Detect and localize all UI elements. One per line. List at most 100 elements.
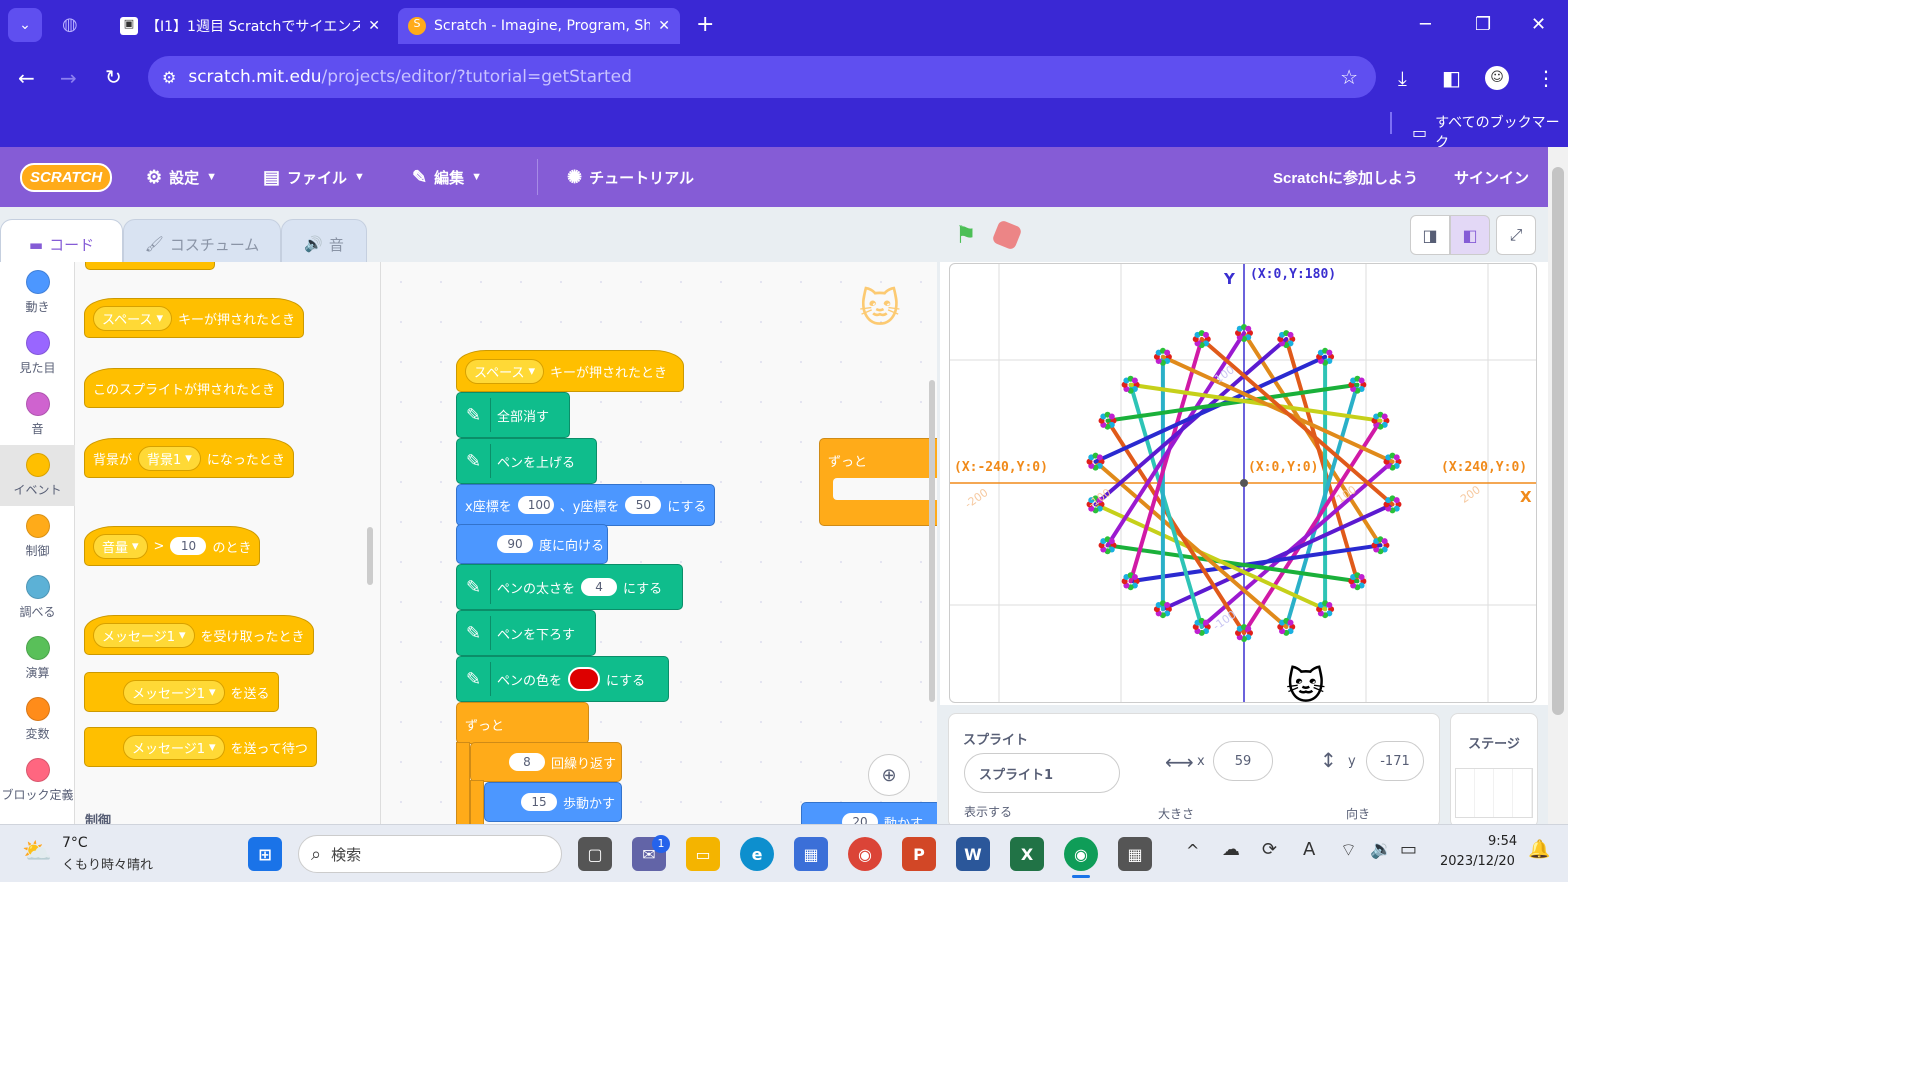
repeat-input[interactable]: 8 bbox=[509, 753, 545, 771]
forward-icon[interactable]: → bbox=[60, 66, 77, 90]
ime-icon[interactable]: A bbox=[1303, 839, 1315, 860]
backdrop-dropdown[interactable]: 背景1 ▾ bbox=[138, 445, 201, 471]
file-menu[interactable]: ▤ ファイル ▼ bbox=[263, 147, 365, 207]
back-icon[interactable]: ← bbox=[18, 66, 35, 90]
script-scrollbar[interactable] bbox=[929, 380, 935, 702]
palette-block-backdrop-switch[interactable]: 背景が 背景1 ▾ になったとき bbox=[84, 438, 294, 478]
green-flag-icon[interactable]: ⚑ bbox=[955, 221, 977, 249]
tray-chevron-icon[interactable]: ^ bbox=[1186, 841, 1199, 860]
tab-tutorial[interactable]: ▣ 【I1】1週目 Scratchでサイエンスアー ✕ bbox=[110, 8, 390, 44]
calculator-icon[interactable]: ▦ bbox=[1118, 837, 1152, 871]
globe-icon[interactable]: ◍ bbox=[62, 14, 78, 35]
category-motion[interactable]: 動き bbox=[0, 262, 75, 323]
edge-icon[interactable]: e bbox=[740, 837, 774, 871]
start-button[interactable]: ⊞ bbox=[248, 837, 282, 871]
file-explorer-icon[interactable]: ▭ bbox=[686, 837, 720, 871]
small-stage-button[interactable]: ◨ bbox=[1410, 215, 1450, 255]
cat-sprite[interactable]: 🐱 bbox=[1286, 664, 1326, 702]
tab-scratch[interactable]: S Scratch - Imagine, Program, Sha ✕ bbox=[398, 8, 680, 44]
loose-motion-block[interactable]: 20 動かす bbox=[801, 802, 937, 824]
fullscreen-button[interactable]: ⤢ bbox=[1496, 215, 1536, 255]
site-info-icon[interactable]: ⚙ bbox=[162, 68, 176, 87]
category-events[interactable]: イベント bbox=[0, 445, 75, 506]
palette-block-broadcast[interactable]: メッセージ1 ▾ を送る bbox=[84, 672, 279, 712]
notification-bell-icon[interactable]: 🔔 bbox=[1528, 839, 1550, 860]
address-bar[interactable]: ⚙ scratch.mit.edu /projects/editor/?tuto… bbox=[148, 56, 1376, 98]
chrome-profile-icon[interactable]: ◉ bbox=[1064, 837, 1098, 871]
excel-icon[interactable]: X bbox=[1010, 837, 1044, 871]
scrollbar-thumb[interactable] bbox=[1552, 167, 1564, 715]
loose-steps-input[interactable]: 20 bbox=[842, 813, 878, 824]
close-window-icon[interactable]: ✕ bbox=[1531, 14, 1546, 35]
chrome-icon[interactable]: ◉ bbox=[848, 837, 882, 871]
script-block-pen-size[interactable]: ✎ ペンの太さを 4 にする bbox=[456, 564, 683, 610]
palette-block-broadcast-wait[interactable]: メッセージ1 ▾ を送って待つ bbox=[84, 727, 317, 767]
zoom-in-button[interactable]: ⊕ bbox=[868, 754, 910, 796]
palette-block-volume-gt[interactable]: 音量 ▾ > 10 のとき bbox=[84, 526, 261, 566]
wifi-icon[interactable]: ⌔ bbox=[1340, 839, 1357, 862]
volume-input[interactable]: 10 bbox=[170, 537, 207, 555]
stage-target-panel[interactable]: ステージ bbox=[1450, 713, 1538, 828]
download-icon[interactable]: ⤓ bbox=[1398, 66, 1407, 90]
script-block-point-direction[interactable]: 90 度に向ける bbox=[456, 524, 608, 564]
task-view-icon[interactable]: ▢ bbox=[578, 837, 612, 871]
x-position-input[interactable]: 59 bbox=[1213, 741, 1273, 781]
y-input[interactable]: 50 bbox=[625, 496, 662, 514]
steps-input[interactable]: 15 bbox=[521, 793, 557, 811]
palette-block-key-pressed[interactable]: スペース ▾ キーが押されたとき bbox=[84, 298, 304, 338]
clock-time[interactable]: 9:54 bbox=[1488, 834, 1517, 849]
y-position-input[interactable]: -171 bbox=[1366, 741, 1424, 781]
sprite-name-input[interactable]: スプライト1 bbox=[964, 753, 1120, 793]
palette-block-stub[interactable] bbox=[85, 262, 215, 270]
palette-block-sprite-clicked[interactable]: このスプライトが押されたとき bbox=[84, 368, 285, 408]
category-sensing[interactable]: 調べる bbox=[0, 567, 75, 628]
large-stage-button[interactable]: ◧ bbox=[1450, 215, 1490, 255]
category-my-blocks[interactable]: ブロック定義 bbox=[0, 750, 75, 811]
cloud-icon[interactable]: ☁ bbox=[1222, 839, 1240, 860]
volume-dropdown[interactable]: 音量 ▾ bbox=[93, 533, 148, 559]
pen-color-swatch[interactable] bbox=[568, 667, 601, 691]
word-icon[interactable]: W bbox=[956, 837, 990, 871]
powerpoint-icon[interactable]: P bbox=[902, 837, 936, 871]
script-block-key-pressed[interactable]: スペース ▾ キーが押されたとき bbox=[456, 350, 684, 392]
sync-icon[interactable]: ⟳ bbox=[1262, 839, 1277, 860]
key-dropdown[interactable]: スペース ▾ bbox=[93, 305, 172, 331]
key-dropdown[interactable]: スペース ▾ bbox=[465, 358, 544, 384]
script-area[interactable]: 🐱 スペース ▾ キーが押されたとき ✎ 全部消す ✎ ペンを上げる x座標を 1… bbox=[381, 262, 937, 824]
weather-icon[interactable]: ⛅ bbox=[22, 837, 52, 865]
palette-scrollbar[interactable] bbox=[367, 527, 373, 585]
category-control[interactable]: 制御 bbox=[0, 506, 75, 567]
x-input[interactable]: 100 bbox=[517, 496, 554, 514]
script-block-clear[interactable]: ✎ 全部消す bbox=[456, 392, 570, 438]
store-icon[interactable]: ▦ bbox=[794, 837, 828, 871]
message-dropdown[interactable]: メッセージ1 ▾ bbox=[93, 622, 195, 648]
script-block-pen-color[interactable]: ✎ ペンの色を にする bbox=[456, 656, 669, 702]
sign-in-link[interactable]: サインイン bbox=[1454, 147, 1529, 207]
close-tab-icon[interactable]: ✕ bbox=[658, 18, 670, 34]
message-dropdown[interactable]: メッセージ1 ▾ bbox=[123, 679, 225, 705]
script-block-move[interactable]: 15 歩動かす bbox=[484, 782, 622, 822]
page-scrollbar[interactable] bbox=[1548, 147, 1568, 824]
stage-canvas[interactable]: Y X (X:0,Y:180) (X:-240,Y:0) (X:0,Y:0) (… bbox=[949, 263, 1537, 703]
profile-avatar[interactable]: ☺ bbox=[1485, 66, 1509, 90]
sidepanel-icon[interactable]: ◧ bbox=[1442, 66, 1461, 90]
menu-kebab-icon[interactable]: ⋮ bbox=[1536, 66, 1556, 90]
volume-icon[interactable]: 🔉 bbox=[1370, 839, 1392, 860]
category-sound[interactable]: 音 bbox=[0, 384, 75, 445]
message-dropdown[interactable]: メッセージ1 ▾ bbox=[123, 734, 225, 760]
palette-block-message-received[interactable]: メッセージ1 ▾ を受け取ったとき bbox=[84, 615, 314, 655]
script-block-goto-xy[interactable]: x座標を 100 、y座標を 50 にする bbox=[456, 484, 715, 526]
stop-icon[interactable] bbox=[991, 219, 1023, 251]
category-operators[interactable]: 演算 bbox=[0, 628, 75, 689]
script-block-forever[interactable]: ずっと bbox=[456, 702, 589, 744]
category-looks[interactable]: 見た目 bbox=[0, 323, 75, 384]
minimize-icon[interactable]: ─ bbox=[1420, 14, 1431, 35]
all-bookmarks-button[interactable]: ▭ すべてのブックマーク bbox=[1412, 112, 1568, 152]
scratch-logo[interactable]: SCRATCH bbox=[20, 147, 113, 207]
settings-menu[interactable]: ⚙ 設定 ▼ bbox=[146, 147, 217, 207]
new-tab-icon[interactable]: + bbox=[696, 12, 714, 37]
battery-icon[interactable]: ▭ bbox=[1400, 839, 1417, 860]
restore-icon[interactable]: ❐ bbox=[1475, 14, 1491, 35]
close-tab-icon[interactable]: ✕ bbox=[368, 18, 380, 34]
script-block-repeat[interactable]: 8 回繰り返す bbox=[470, 742, 622, 782]
